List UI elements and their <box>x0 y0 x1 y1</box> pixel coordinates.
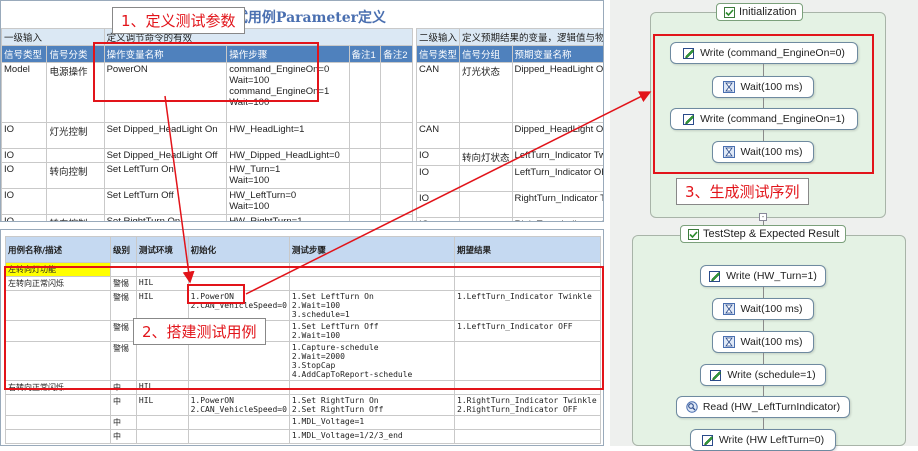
arrow-layer <box>164 91 652 295</box>
arrow-testcase-to-sequence <box>245 91 652 295</box>
arrow-params-to-testcase <box>164 95 195 284</box>
